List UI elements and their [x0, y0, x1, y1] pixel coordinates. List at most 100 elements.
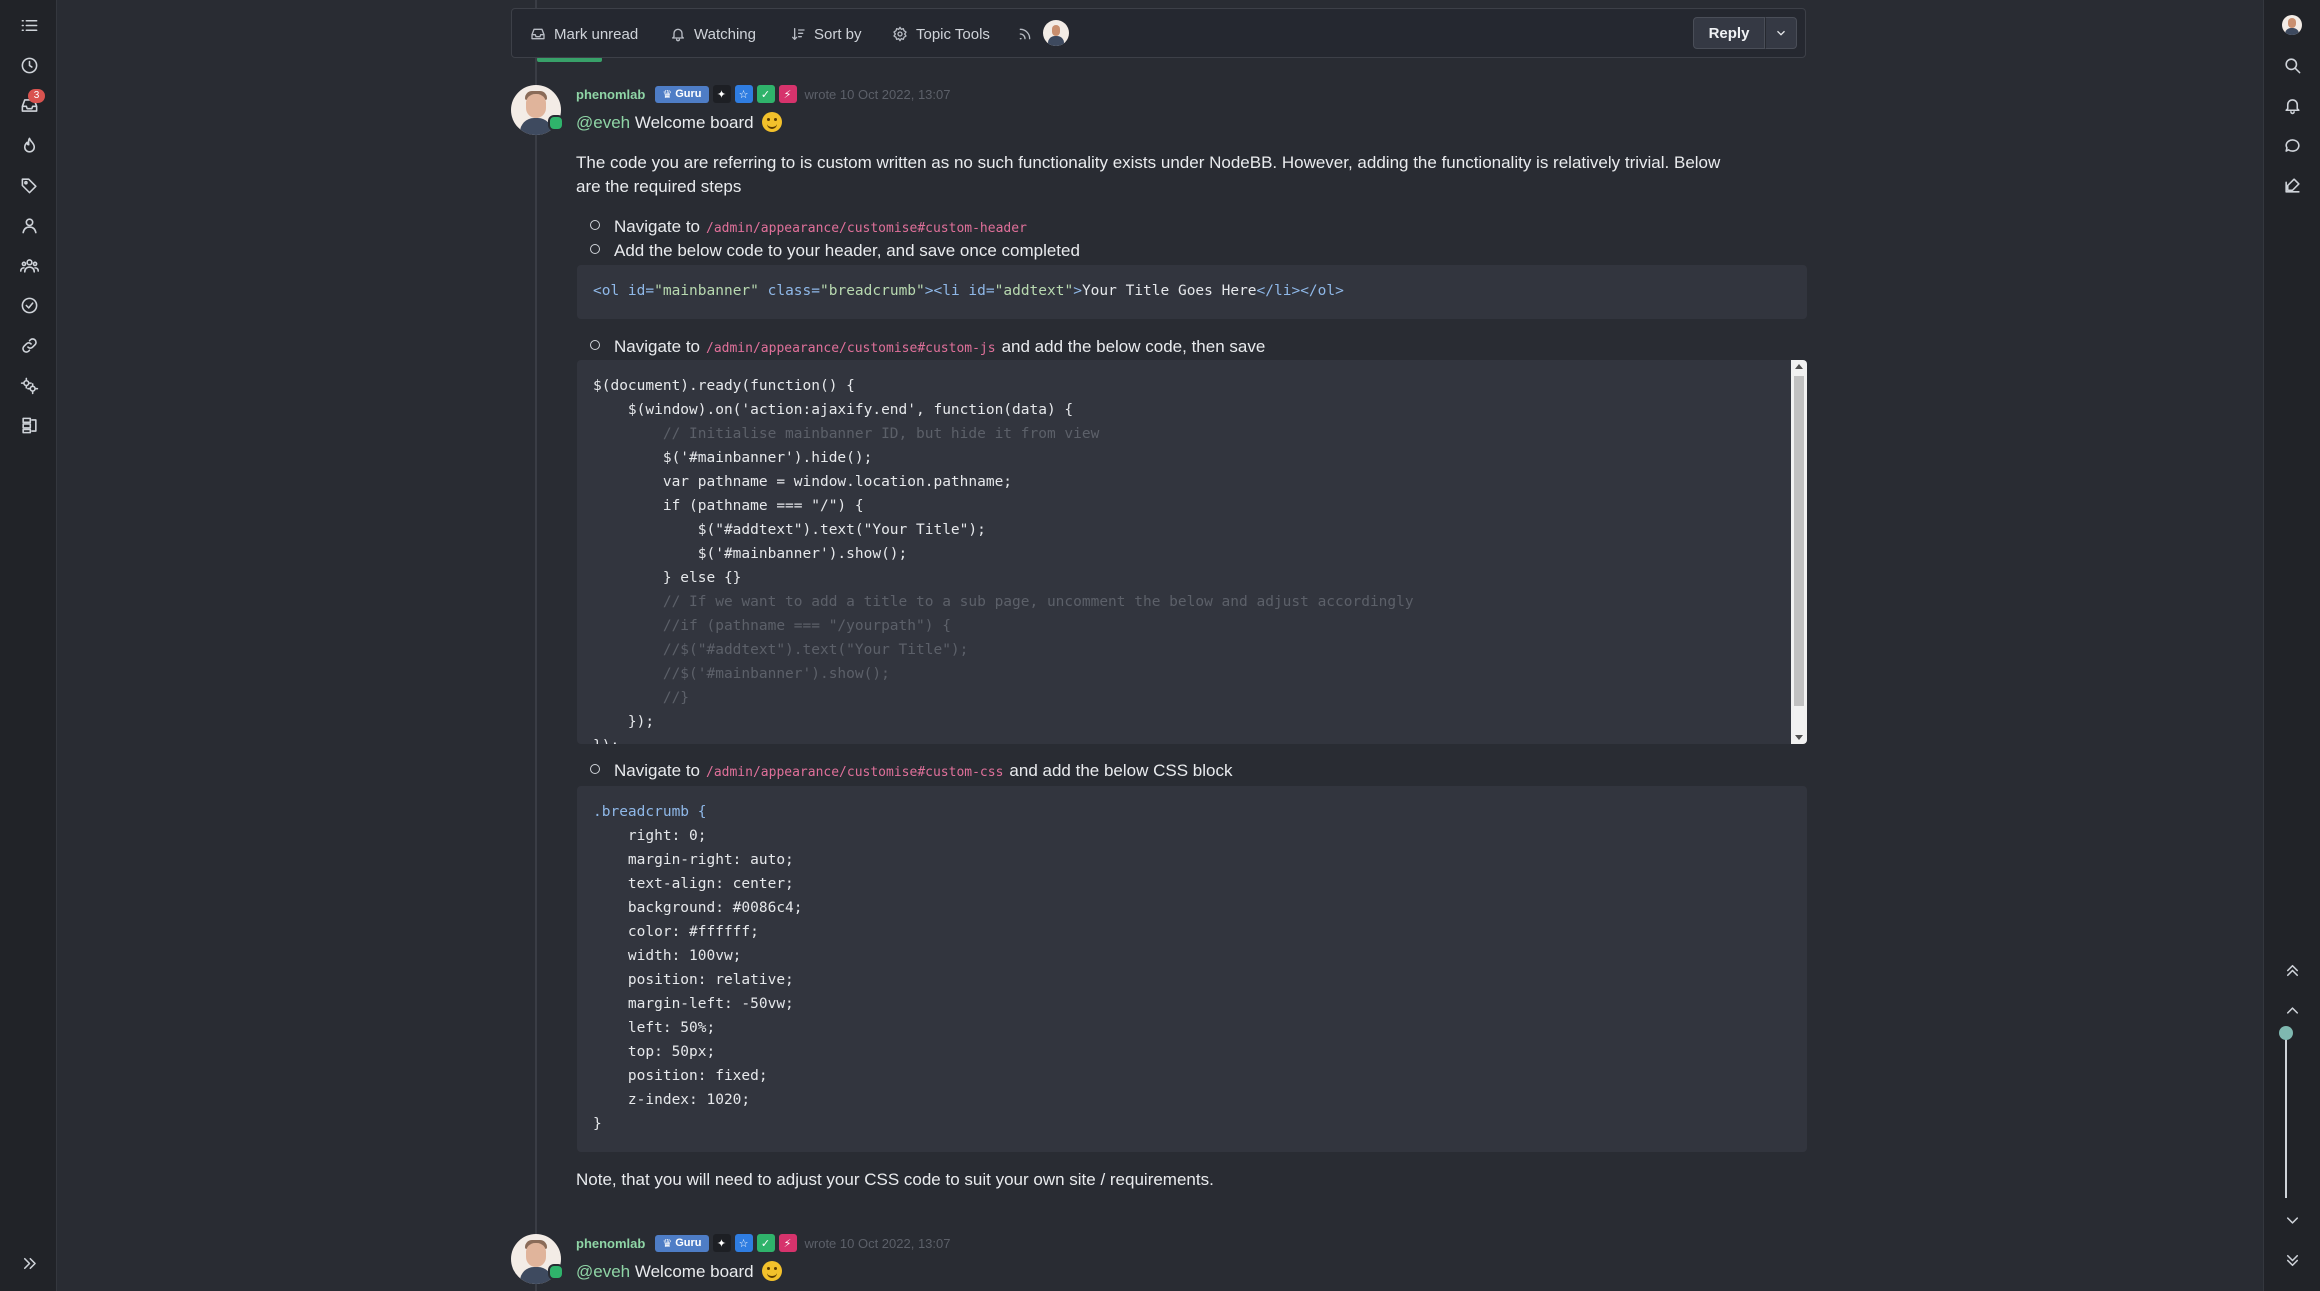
- code-line: .breadcrumb {: [593, 804, 707, 820]
- inbox-icon: [531, 28, 545, 40]
- code-line: $("#addtext").text("Your Title");: [593, 522, 986, 538]
- code-line: background: #0086c4;: [593, 900, 803, 916]
- expand-sidebar-icon[interactable]: [14, 1248, 44, 1278]
- timeline-line: [535, 0, 537, 1291]
- user-icon[interactable]: [14, 210, 44, 240]
- scroll-down-icon[interactable]: [2277, 1205, 2307, 1235]
- inbox-icon[interactable]: 3: [14, 89, 45, 120]
- code-line: //}: [593, 690, 690, 706]
- bolt-badge-icon: ⚡: [778, 1234, 797, 1252]
- topic-tools-button[interactable]: Topic Tools: [892, 23, 990, 45]
- code-line: width: 100vw;: [593, 948, 742, 964]
- bolt-badge-icon: ⚡: [778, 85, 797, 103]
- bell-icon[interactable]: [2277, 90, 2307, 120]
- sort-icon: [792, 28, 805, 40]
- clock-icon[interactable]: [14, 50, 44, 80]
- scroll-bottom-icon[interactable]: [2277, 1245, 2307, 1275]
- topic-tools-label: Topic Tools: [916, 25, 990, 43]
- code-line: $('#mainbanner').hide();: [593, 450, 873, 466]
- code-line: //$('#mainbanner').show();: [593, 666, 890, 682]
- topic-progress-handle[interactable]: [2279, 1026, 2293, 1040]
- watching-button[interactable]: Watching: [670, 23, 756, 45]
- tags-icon[interactable]: [14, 170, 44, 200]
- reply-button[interactable]: Reply: [1693, 17, 1765, 49]
- poster-avatar[interactable]: [1043, 20, 1069, 46]
- code-line: text-align: center;: [593, 876, 794, 892]
- sitemap-icon[interactable]: [14, 410, 44, 440]
- wand-badge-icon: ✦: [712, 1234, 731, 1252]
- mention[interactable]: @eveh: [576, 113, 630, 132]
- link-icon[interactable]: [14, 330, 44, 360]
- post-timestamp[interactable]: wrote 10 Oct 2022, 13:07: [805, 87, 951, 102]
- code-line: $(window).on('action:ajaxify.end', funct…: [593, 402, 1074, 418]
- fire-icon[interactable]: [14, 130, 44, 160]
- inline-code-path: /admin/appearance/customise#custom-heade…: [706, 221, 1027, 236]
- list-item: Navigate to /admin/appearance/customise#…: [590, 759, 1232, 783]
- user-avatar-small[interactable]: [2277, 10, 2307, 40]
- bullet-icon: [590, 244, 600, 254]
- intro-line-1: The code you are referring to is custom …: [576, 153, 1721, 172]
- guru-badge: ♛ Guru: [655, 1234, 709, 1252]
- inline-code-path: /admin/appearance/customise#custom-js: [706, 341, 996, 356]
- star-badge-icon: ☆: [734, 1234, 753, 1252]
- watching-label: Watching: [694, 25, 756, 43]
- guru-badge: ♛ Guru: [655, 85, 709, 103]
- bell-icon: [672, 28, 684, 42]
- gears-icon[interactable]: [14, 370, 44, 400]
- bullet-icon: [590, 340, 600, 350]
- compose-icon[interactable]: [2277, 170, 2307, 200]
- code-line: if (pathname === "/") {: [593, 498, 864, 514]
- code-line: //$("#addtext").text("Your Title");: [593, 642, 969, 658]
- sort-by-button[interactable]: Sort by: [790, 23, 862, 45]
- post-meta: phenomlab ♛ Guru ✦ ☆ ✓ ⚡ wrote 10 Oct 20…: [576, 84, 950, 104]
- code-block-header: <ol id="mainbanner" class="breadcrumb"><…: [577, 265, 1807, 319]
- list-icon[interactable]: [14, 10, 44, 40]
- username[interactable]: phenomlab: [576, 87, 645, 102]
- code-line: <ol id="mainbanner" class="breadcrumb"><…: [593, 283, 1344, 299]
- code-line: position: fixed;: [593, 1068, 768, 1084]
- username[interactable]: phenomlab: [576, 1236, 645, 1251]
- code-line: });: [593, 734, 619, 744]
- code-line: left: 50%;: [593, 1020, 716, 1036]
- code-scrollbar[interactable]: [1791, 360, 1807, 744]
- mention[interactable]: @eveh: [576, 1262, 630, 1281]
- post-meta: phenomlab ♛ Guru ✦ ☆ ✓ ⚡ wrote 10 Oct 20…: [576, 1233, 950, 1253]
- scroll-up-icon[interactable]: [2277, 995, 2307, 1025]
- smile-emoji-icon: [762, 112, 783, 132]
- code-line: var pathname = window.location.pathname;: [593, 474, 1013, 490]
- code-line: margin-left: -50vw;: [593, 996, 794, 1012]
- check-badge-icon: ✓: [756, 85, 775, 103]
- post-timestamp[interactable]: wrote 10 Oct 2022, 13:07: [805, 1236, 951, 1251]
- left-sidebar: 3: [0, 0, 57, 1291]
- list-item: Navigate to /admin/appearance/customise#…: [590, 215, 1027, 239]
- intro-line-2: are the required steps: [576, 177, 742, 196]
- list-item: Add the below code to your header, and s…: [590, 239, 1080, 263]
- reply-group: Reply: [1693, 17, 1797, 49]
- topic-progress-track[interactable]: [2285, 1033, 2287, 1198]
- scroll-top-icon[interactable]: [2277, 955, 2307, 985]
- scroll-down-arrow-icon[interactable]: [1795, 735, 1803, 740]
- search-icon[interactable]: [2277, 50, 2307, 80]
- smile-emoji-icon: [762, 1261, 783, 1281]
- scrollbar-thumb[interactable]: [1794, 376, 1804, 706]
- check-circle-icon[interactable]: [14, 290, 44, 320]
- wand-badge-icon: ✦: [712, 85, 731, 103]
- mark-unread-button[interactable]: Mark unread: [530, 23, 638, 45]
- scroll-up-arrow-icon[interactable]: [1795, 364, 1803, 369]
- rss-icon[interactable]: [1017, 23, 1033, 45]
- code-line: $('#mainbanner').show();: [593, 546, 908, 562]
- star-badge-icon: ☆: [734, 85, 753, 103]
- chat-icon[interactable]: [2277, 130, 2307, 160]
- greeting-text: Welcome board: [634, 113, 754, 132]
- code-line: $(document).ready(function() {: [593, 378, 855, 394]
- code-line: //if (pathname === "/yourpath") {: [593, 618, 951, 634]
- code-line: color: #ffffff;: [593, 924, 759, 940]
- code-line: position: relative;: [593, 972, 794, 988]
- reply-options-button[interactable]: [1765, 17, 1797, 49]
- users-icon[interactable]: [14, 250, 44, 280]
- inline-code-path: /admin/appearance/customise#custom-css: [706, 765, 1004, 780]
- sort-by-label: Sort by: [814, 25, 862, 43]
- code-line: top: 50px;: [593, 1044, 716, 1060]
- greeting-line: @eveh Welcome board: [576, 1260, 783, 1284]
- code-block-js[interactable]: $(document).ready(function() { $(window)…: [577, 360, 1807, 744]
